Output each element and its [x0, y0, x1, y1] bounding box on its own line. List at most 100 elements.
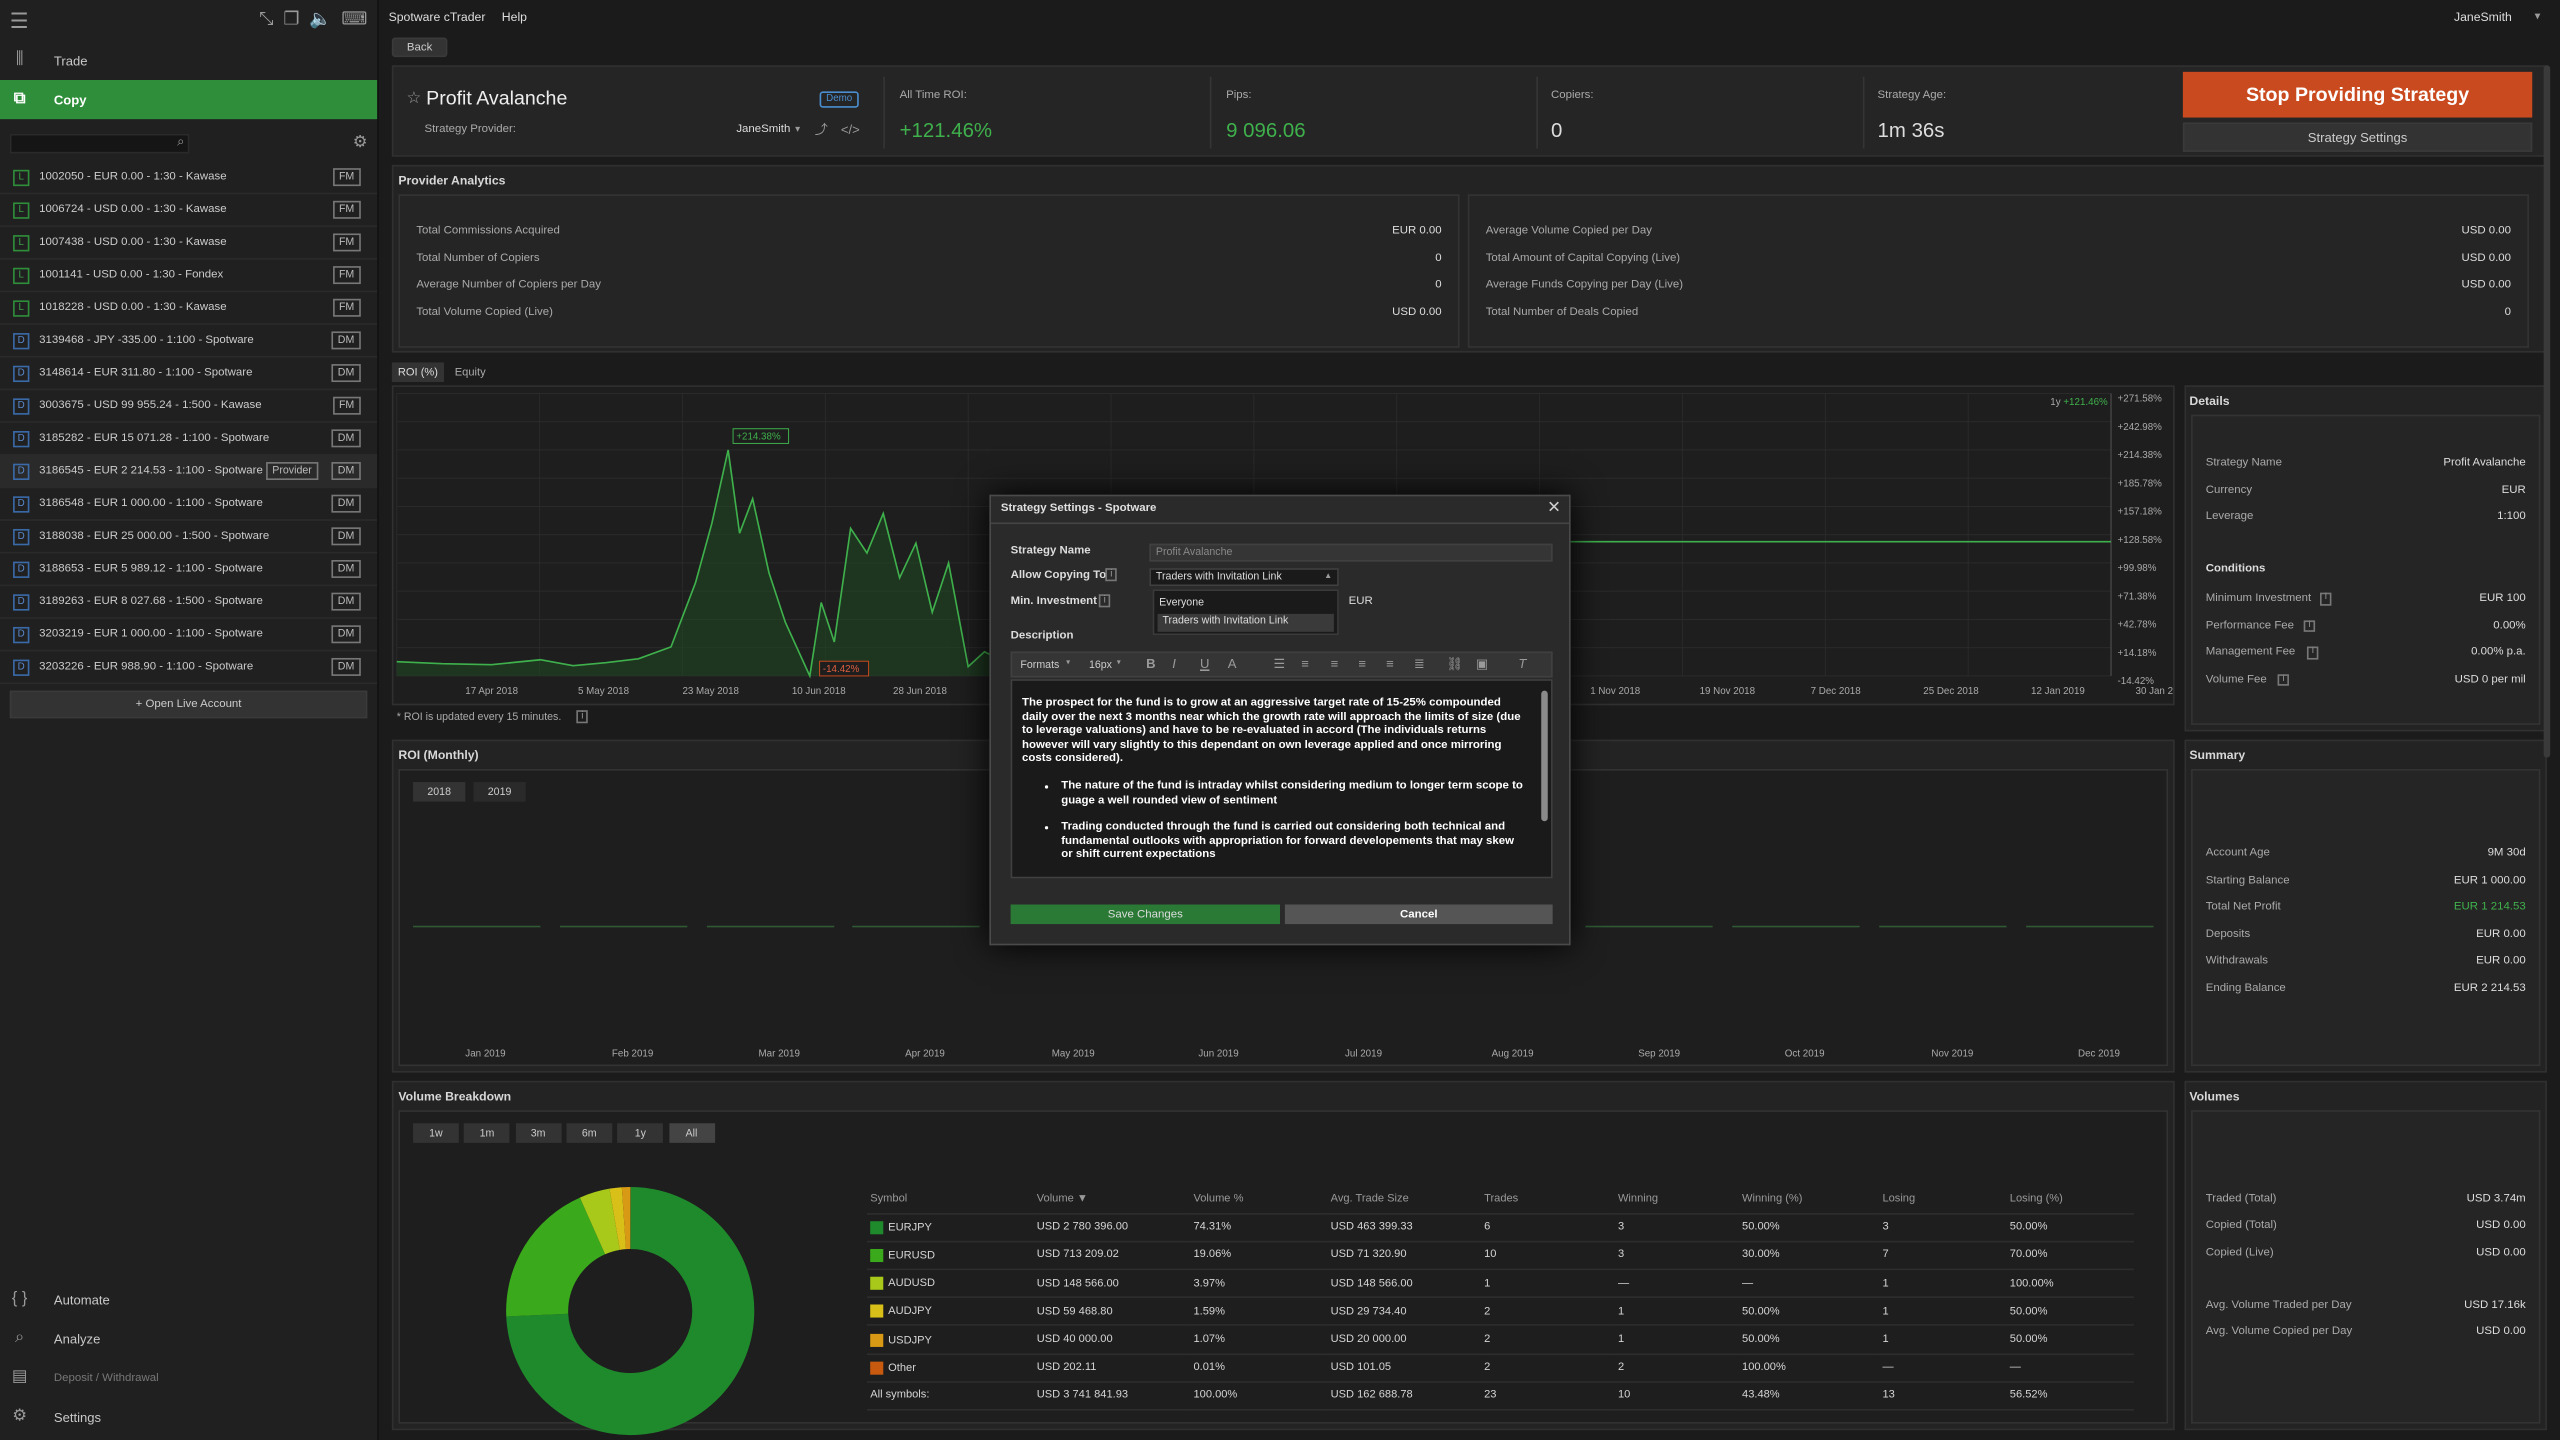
info-icon[interactable]: i	[2306, 646, 2319, 660]
column-header[interactable]: Symbol	[866, 1185, 1034, 1215]
range-3m[interactable]: 3m	[515, 1123, 561, 1143]
nav-automate[interactable]: { } Automate	[0, 1280, 379, 1319]
column-header[interactable]: Volume ▼	[1033, 1185, 1191, 1215]
bold-icon[interactable]: B	[1146, 657, 1155, 671]
account-item[interactable]: L 1001141 - USD 0.00 - 1:30 - Fondex FM	[0, 260, 378, 293]
info-icon[interactable]: i	[1105, 568, 1118, 582]
table-row[interactable]: EURUSD USD 713 209.02 19.06% USD 71 320.90 1…	[866, 1241, 2134, 1271]
tab-equity[interactable]: Equity	[447, 362, 493, 382]
close-icon[interactable]: ✕	[1547, 500, 1561, 517]
bullet-list-icon[interactable]: ☰	[1273, 657, 1285, 671]
numbered-list-icon[interactable]: ≡	[1301, 657, 1309, 671]
font-size-dropdown[interactable]: 16px	[1089, 660, 1112, 671]
range-all[interactable]: All	[668, 1123, 715, 1143]
editor-scrollbar[interactable]	[1541, 690, 1548, 822]
page-scrollbar[interactable]	[2543, 65, 2551, 758]
underline-icon[interactable]: U	[1200, 657, 1209, 671]
tab-roi[interactable]: ROI (%)	[391, 362, 445, 383]
year-2018[interactable]: 2018	[413, 782, 466, 802]
allow-copying-select[interactable]: Traders with Invitation Link ▲	[1149, 568, 1339, 587]
window-icon[interactable]: ❐	[283, 10, 299, 29]
range-6m[interactable]: 6m	[566, 1123, 613, 1143]
strategy-name-input[interactable]: Profit Avalanche	[1149, 543, 1553, 562]
embed-code-icon[interactable]: </>	[841, 123, 860, 137]
nav-copy[interactable]: ⧉ Copy	[0, 80, 378, 120]
info-icon[interactable]: i	[2277, 673, 2290, 687]
column-header[interactable]: Winning (%)	[1738, 1185, 1880, 1215]
nav-analyze[interactable]: ⌕ Analyze	[0, 1319, 379, 1358]
range-1w[interactable]: 1w	[413, 1123, 459, 1143]
menu-help[interactable]: Help	[502, 9, 527, 24]
account-item[interactable]: D 3186548 - EUR 1 000.00 - 1:100 - Spotwa…	[0, 488, 378, 521]
account-item[interactable]: L 1018228 - USD 0.00 - 1:30 - Kawase FM	[0, 292, 378, 325]
account-item[interactable]: D 3188653 - EUR 5 989.12 - 1:100 - Spotwa…	[0, 553, 378, 587]
table-row[interactable]: USDJPY USD 40 000.00 1.07% USD 20 000.00 2 1 5…	[866, 1325, 2134, 1355]
table-row[interactable]: AUDJPY USD 59 468.80 1.59% USD 29 734.40 2 1 5…	[866, 1297, 2134, 1327]
save-changes-button[interactable]: Save Changes	[1010, 904, 1280, 925]
formats-dropdown[interactable]: Formats	[1020, 660, 1059, 671]
account-item[interactable]: D 3189263 - EUR 8 027.68 - 1:500 - Spotwa…	[0, 586, 378, 619]
gear-icon[interactable]: ⚙	[353, 135, 368, 152]
account-search-input[interactable]: ⌕	[9, 133, 190, 154]
italic-icon[interactable]: I	[1172, 657, 1176, 671]
account-item[interactable]: D 3003675 - USD 99 955.24 - 1:500 - Kawas…	[0, 390, 378, 423]
account-item[interactable]: L 1002050 - EUR 0.00 - 1:30 - Kawase FM	[0, 162, 378, 195]
stop-providing-button[interactable]: Stop Providing Strategy	[2182, 71, 2533, 118]
star-icon[interactable]: ☆	[407, 91, 422, 107]
account-item[interactable]: L 1006724 - USD 0.00 - 1:30 - Kawase FM	[0, 194, 378, 227]
description-editor[interactable]: The prospect for the fund is to grow at …	[1010, 679, 1553, 879]
keyboard-icon[interactable]: ⌨	[341, 10, 367, 29]
account-item[interactable]: D 3203226 - EUR 988.90 - 1:100 - Spotware…	[0, 651, 378, 685]
column-header[interactable]: Losing (%)	[2006, 1185, 2134, 1215]
column-header[interactable]: Losing	[1879, 1185, 2007, 1215]
account-item[interactable]: D 3185282 - EUR 15 071.28 - 1:100 - Spotw…	[0, 423, 378, 456]
range-1m[interactable]: 1m	[464, 1123, 510, 1143]
table-row[interactable]: EURJPY USD 2 780 396.00 74.31% USD 463 399.…	[866, 1213, 2134, 1243]
link-icon[interactable]: ⛓	[1447, 657, 1464, 671]
provider-name[interactable]: JaneSmith	[736, 124, 790, 135]
back-button[interactable]: Back	[391, 37, 448, 58]
info-icon[interactable]: i	[2303, 619, 2316, 632]
collapse-icon[interactable]: ⤡	[259, 10, 273, 29]
year-2019[interactable]: 2019	[473, 782, 526, 802]
account-item[interactable]: D 3188038 - EUR 25 000.00 - 1:500 - Spotw…	[0, 521, 378, 554]
table-row[interactable]: AUDUSD USD 148 566.00 3.97% USD 148 566.00 1…	[866, 1269, 2134, 1299]
cancel-button[interactable]: Cancel	[1284, 904, 1553, 925]
sound-icon[interactable]: 🔈	[309, 10, 331, 29]
justify-icon[interactable]: ≣	[1414, 657, 1425, 671]
chevron-down-icon[interactable]: ▾	[1066, 659, 1070, 668]
clear-format-icon[interactable]: T	[1518, 657, 1526, 671]
account-item[interactable]: D 3186545 - EUR 2 214.53 - 1:100 - Spotwa…	[0, 455, 378, 489]
column-header[interactable]: Winning	[1614, 1185, 1739, 1215]
nav-deposit[interactable]: ▤ Deposit / Withdrawal	[0, 1358, 379, 1397]
account-item[interactable]: D 3148614 - EUR 311.80 - 1:100 - Spotware…	[0, 358, 378, 391]
open-live-account-button[interactable]: + Open Live Account	[9, 690, 368, 719]
align-left-icon[interactable]: ≡	[1331, 657, 1339, 671]
nav-trade[interactable]: ⫼ Trade	[0, 41, 377, 80]
menu-app[interactable]: Spotware cTrader	[389, 9, 486, 24]
chevron-down-icon[interactable]: ▾	[2535, 11, 2541, 22]
info-icon[interactable]: i	[576, 710, 589, 724]
image-icon[interactable]: ▣	[1476, 657, 1488, 671]
account-item[interactable]: L 1007438 - USD 0.00 - 1:30 - Kawase FM	[0, 227, 378, 260]
chevron-down-icon[interactable]: ▾	[795, 126, 800, 136]
column-header[interactable]: Avg. Trade Size	[1327, 1185, 1481, 1215]
table-row[interactable]: Other USD 202.11 0.01% USD 101.05 2 2 100.00% —…	[866, 1353, 2134, 1383]
hamburger-menu-icon[interactable]: ☰	[10, 9, 29, 30]
strategy-settings-button[interactable]: Strategy Settings	[2182, 122, 2533, 152]
chevron-down-icon[interactable]: ▾	[1117, 659, 1121, 668]
share-icon[interactable]: ⤴	[815, 123, 828, 137]
nav-settings[interactable]: ⚙ Settings	[0, 1398, 379, 1437]
account-item[interactable]: D 3203219 - EUR 1 000.00 - 1:100 - Spotwa…	[0, 619, 378, 652]
text-color-icon[interactable]: A	[1228, 657, 1237, 671]
account-item[interactable]: D 3139468 - JPY -335.00 - 1:100 - Spotwar…	[0, 325, 378, 358]
column-header[interactable]: Trades	[1480, 1185, 1615, 1215]
align-center-icon[interactable]: ≡	[1358, 657, 1366, 671]
user-menu[interactable]: JaneSmith	[2454, 9, 2512, 24]
column-header[interactable]: Volume %	[1190, 1185, 1328, 1215]
info-icon[interactable]: i	[1098, 594, 1111, 608]
info-icon[interactable]: i	[2320, 592, 2332, 605]
option-invitation-link[interactable]: Traders with Invitation Link	[1157, 613, 1334, 632]
range-1y[interactable]: 1y	[617, 1123, 664, 1143]
align-right-icon[interactable]: ≡	[1386, 657, 1394, 671]
